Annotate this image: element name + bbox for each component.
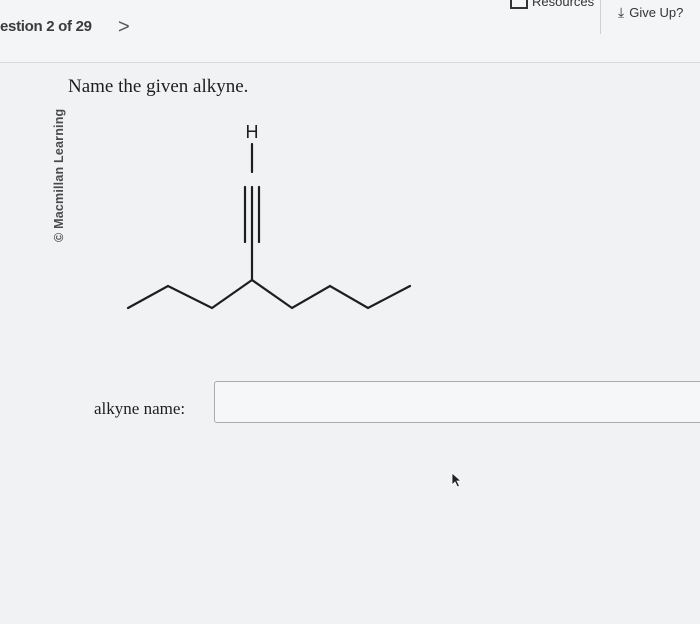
mouse-pointer-icon [451, 472, 463, 488]
right-carbon-chain [250, 278, 412, 310]
toolbar-divider [600, 0, 601, 34]
alkyne-structure: H [126, 122, 412, 310]
copyright-watermark: © Macmillan Learning [50, 82, 70, 242]
give-up-icon: ⤓ [618, 4, 625, 20]
hydrogen-label: H [246, 122, 259, 142]
question-counter: estion 2 of 29 [0, 18, 92, 35]
resources-icon [510, 0, 528, 9]
question-prompt: Name the given alkyne. [68, 76, 249, 97]
answer-label: alkyne name: [94, 399, 186, 418]
left-carbon-chain [126, 278, 254, 310]
resources-label: Resources [532, 0, 595, 9]
top-toolbar: estion 2 of 29 > Resources ⤓ Give Up? [0, 0, 700, 63]
alkyne-name-input[interactable] [214, 381, 700, 423]
next-question-chevron-icon[interactable]: > [118, 16, 130, 39]
copyright-text: © Macmillan Learning [52, 108, 66, 242]
give-up-button[interactable]: ⤓ Give Up? [618, 4, 683, 21]
give-up-label: Give Up? [629, 5, 684, 20]
resources-button[interactable]: Resources [510, 0, 594, 9]
